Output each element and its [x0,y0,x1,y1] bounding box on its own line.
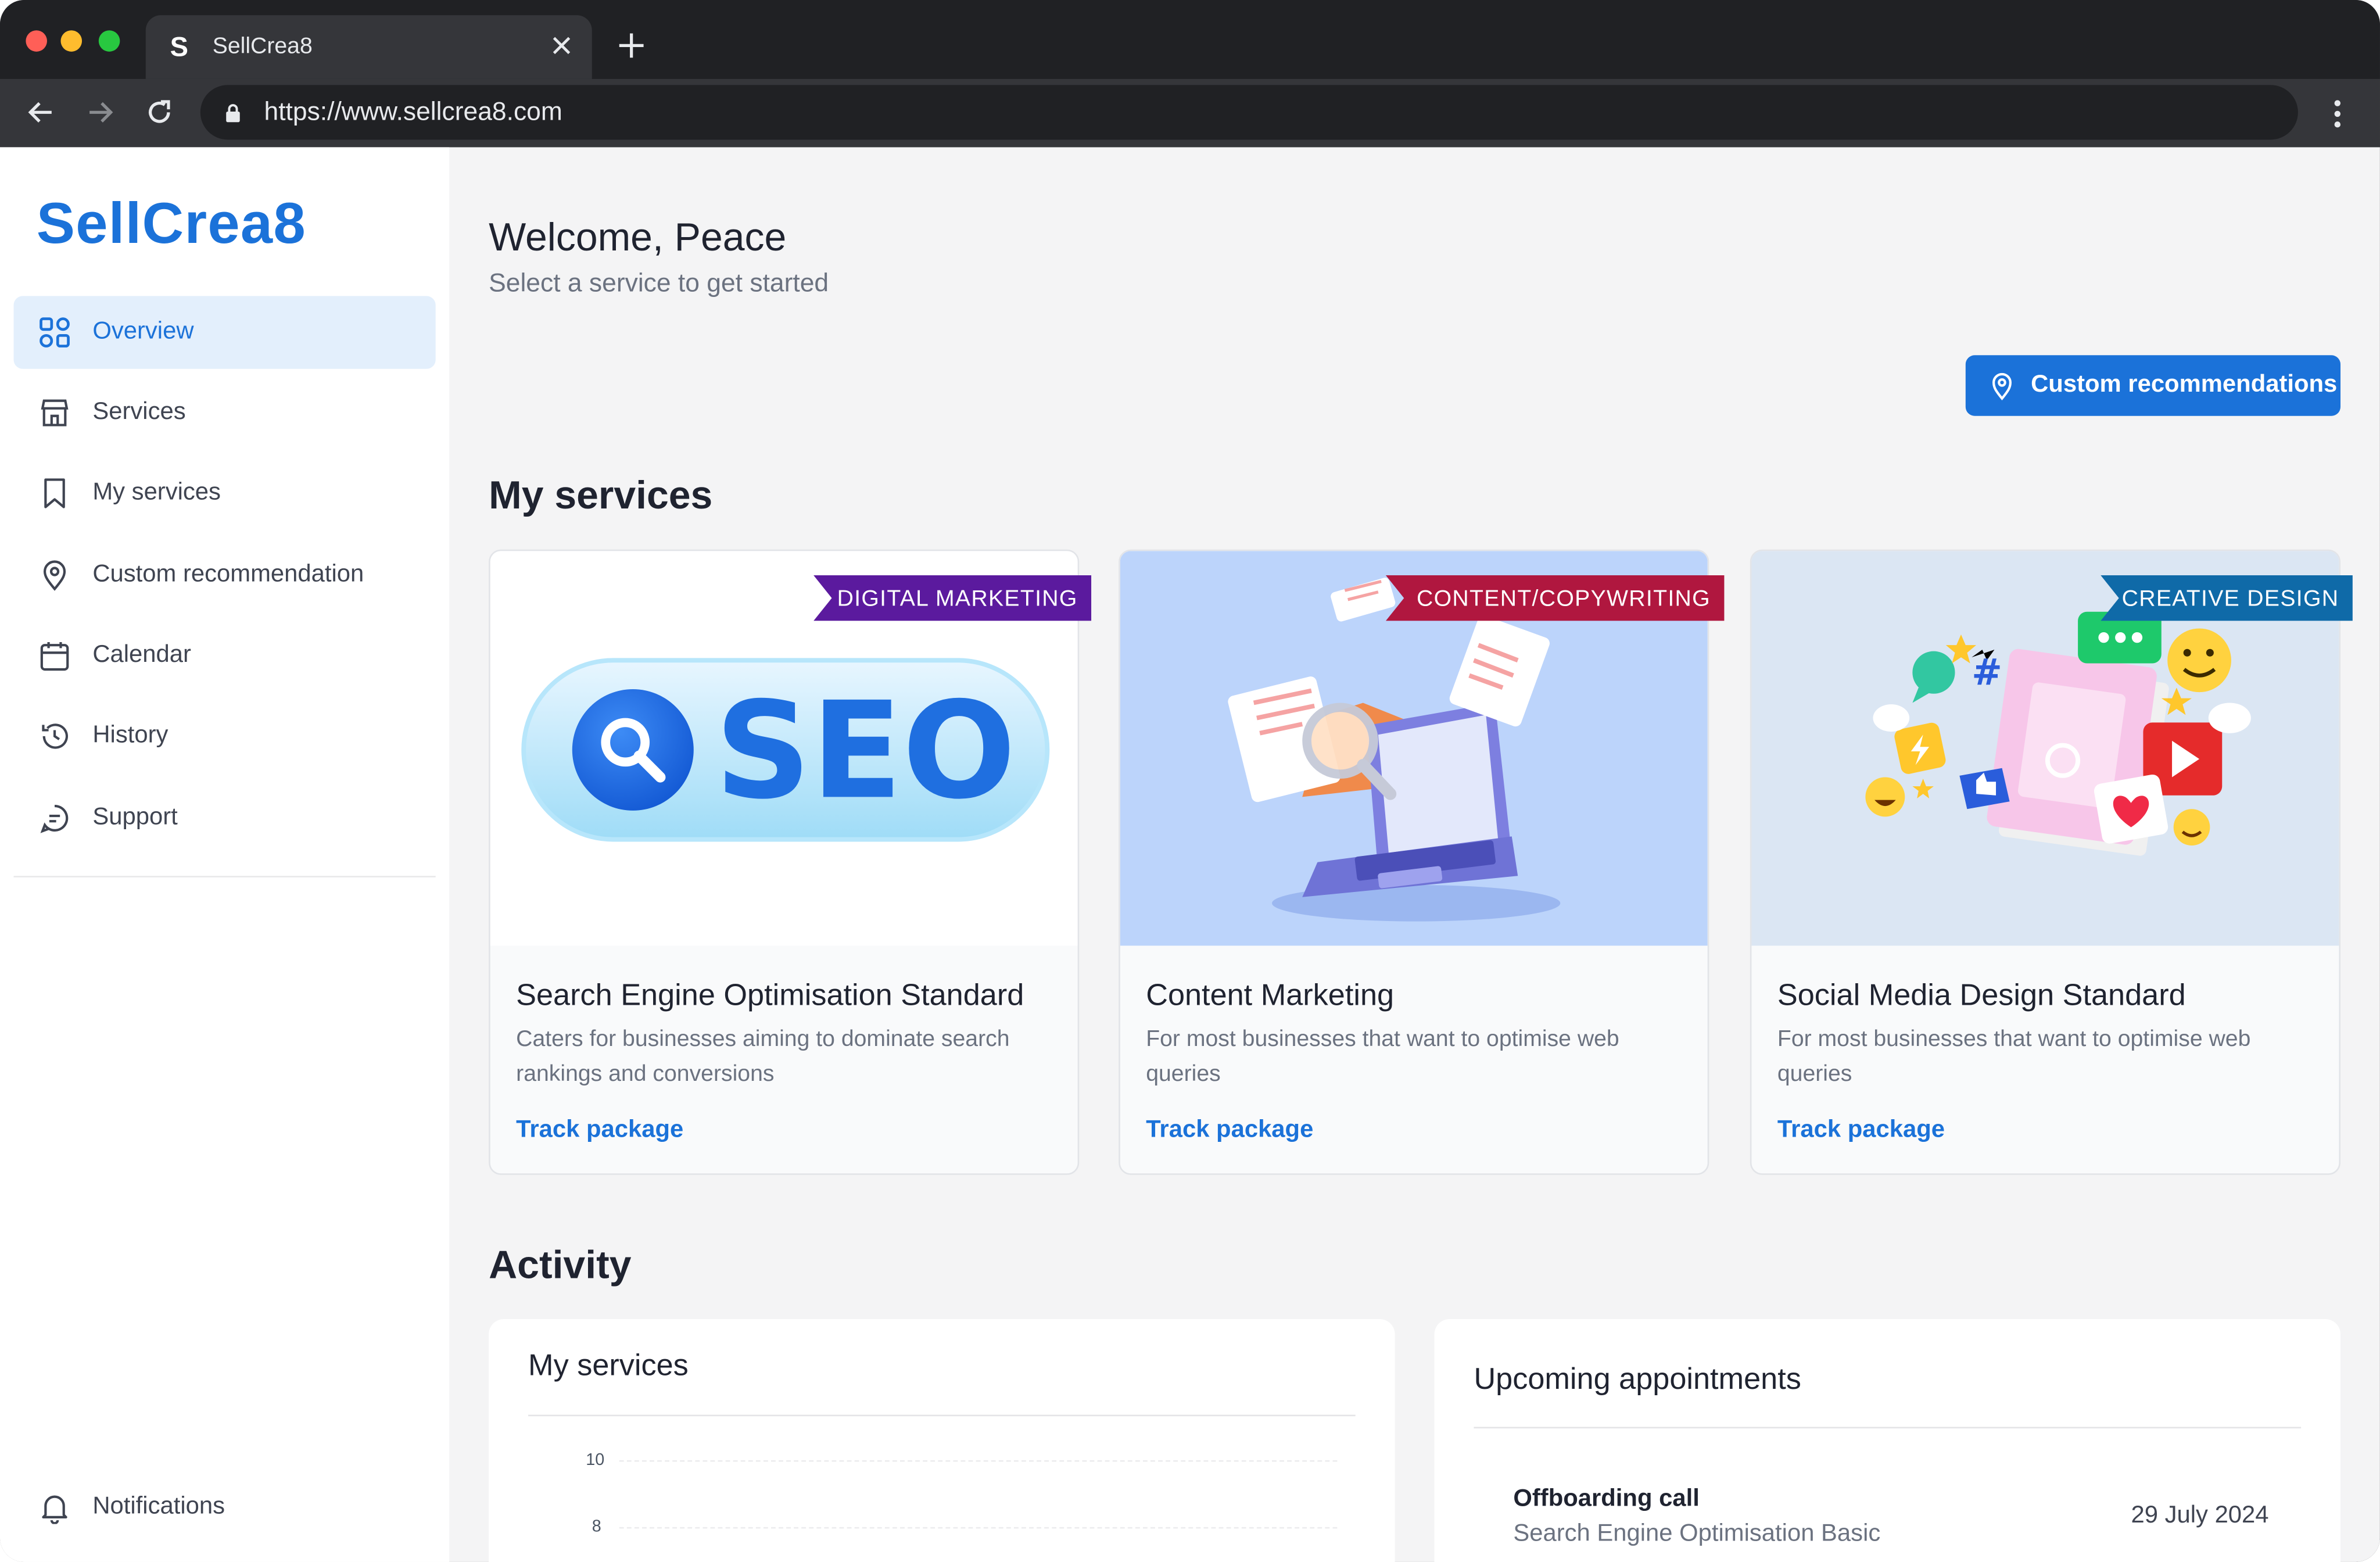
service-card-description: For most businesses that want to optimis… [1146,1026,1619,1087]
notifications-label: Notifications [92,1493,225,1520]
history-icon [42,723,69,749]
app-content: SellCrea8 Overview Services My services … [0,147,2380,1562]
lock-icon [226,104,240,123]
location-pin-icon [43,560,66,591]
bookmark-icon [44,478,65,508]
service-card[interactable]: Content Marketing For most businesses th… [1119,549,1709,1175]
sidebar-item-calendar[interactable]: Calendar [14,619,436,692]
browser-window: S SellCrea8 https://www.sellcrea8.com Se… [0,0,2380,1562]
service-card-description: Caters for businesses aiming to dominate… [516,1026,1010,1087]
chat-icon [40,804,69,833]
gridline [619,1460,1338,1462]
forward-icon[interactable] [85,97,115,127]
browser-titlebar: S SellCrea8 [0,0,2380,79]
appointment-date: 29 July 2024 [2131,1503,2269,1529]
logo[interactable]: SellCrea8 [37,193,306,258]
panel-divider [528,1414,1356,1417]
my-services-panel: My services 10 8 [489,1319,1395,1562]
upcoming-appointments-panel: Upcoming appointments Offboarding call S… [1434,1319,2341,1562]
sidebar-item-custom-recommendation[interactable]: Custom recommendation [14,539,436,611]
browser-toolbar: https://www.sellcrea8.com [0,78,2380,148]
svg-text:#: # [1972,651,2002,693]
service-card[interactable]: # Social Media Design Standard For most … [1750,549,2341,1175]
category-tag: CONTENT/COPYWRITING [1385,575,1725,621]
y-tick-label: 8 [592,1518,601,1536]
track-package-link[interactable]: Track package [516,1117,683,1145]
sidebar-item-label: Support [92,804,178,830]
seo-image-text: SEO [715,673,1016,829]
service-card-title: Social Media Design Standard [1777,979,2186,1013]
back-icon[interactable] [26,97,56,127]
sidebar-item-label: Calendar [92,642,191,668]
custom-recommendations-button[interactable]: Custom recommendations [1965,355,2341,416]
sidebar-item-history[interactable]: History [14,700,436,772]
category-tag: DIGITAL MARKETING [813,575,1092,621]
reload-icon[interactable] [144,97,174,127]
service-card-title: Content Marketing [1146,979,1395,1013]
minimize-window-button[interactable] [60,30,83,52]
browser-tab[interactable]: S SellCrea8 [145,15,592,79]
gridline [619,1527,1338,1529]
address-bar[interactable]: https://www.sellcrea8.com [200,85,2298,140]
browser-menu-icon[interactable] [2325,97,2350,130]
close-window-button[interactable] [26,30,47,52]
url-text: https://www.sellcrea8.com [264,97,562,126]
category-tag-label: DIGITAL MARKETING [837,586,1078,612]
grid-icon [40,317,70,347]
track-package-link[interactable]: Track package [1146,1117,1313,1145]
welcome-heading: Welcome, Peace [489,214,787,260]
appointment-title[interactable]: Offboarding call [1513,1486,1699,1513]
activity-heading: Activity [489,1241,632,1288]
store-icon [41,399,69,427]
favicon-icon: S [170,31,188,63]
sidebar-divider [13,876,436,877]
sidebar-item-my-services[interactable]: My services [14,457,436,529]
y-tick-label: 10 [586,1451,605,1470]
my-services-heading: My services [489,472,713,518]
maximize-window-button[interactable] [98,30,120,52]
panel-divider [1474,1427,2302,1429]
close-tab-icon[interactable] [550,33,574,58]
sidebar-item-notifications[interactable]: Notifications [14,1471,436,1543]
sidebar-item-support[interactable]: Support [14,782,436,854]
panel-title: My services [528,1349,689,1383]
custom-recommendations-label: Custom recommendations [2031,371,2338,398]
sidebar-item-label: Services [92,399,186,425]
category-tag: CREATIVE DESIGN [2101,575,2353,621]
sidebar-item-label: Overview [92,318,194,345]
sidebar-item-label: History [92,722,169,748]
sidebar-item-label: Custom recommendation [92,561,364,587]
bell-icon [42,1495,67,1524]
category-tag-label: CONTENT/COPYWRITING [1417,586,1711,612]
sidebar-item-overview[interactable]: Overview [13,296,436,369]
sidebar: SellCrea8 Overview Services My services … [0,147,450,1562]
calendar-icon [40,642,69,671]
category-tag-label: CREATIVE DESIGN [2121,586,2339,612]
track-package-link[interactable]: Track package [1777,1117,1945,1145]
service-card-title: Search Engine Optimisation Standard [516,979,1024,1013]
panel-title: Upcoming appointments [1474,1363,1801,1397]
main-content: Welcome, Peace Select a service to get s… [449,147,2380,1562]
sidebar-item-label: My services [92,479,221,506]
service-card[interactable]: SEO Search Engine Optimisation Standard … [489,549,1080,1175]
location-pin-icon [1992,372,2012,401]
sidebar-item-services[interactable]: Services [14,377,436,449]
appointment-subtitle: Search Engine Optimisation Basic [1513,1521,1881,1547]
tab-title: SellCrea8 [212,33,313,59]
service-card-description: For most businesses that want to optimis… [1777,1026,2251,1087]
welcome-subtitle: Select a service to get started [489,268,829,298]
new-tab-icon[interactable] [616,30,647,60]
